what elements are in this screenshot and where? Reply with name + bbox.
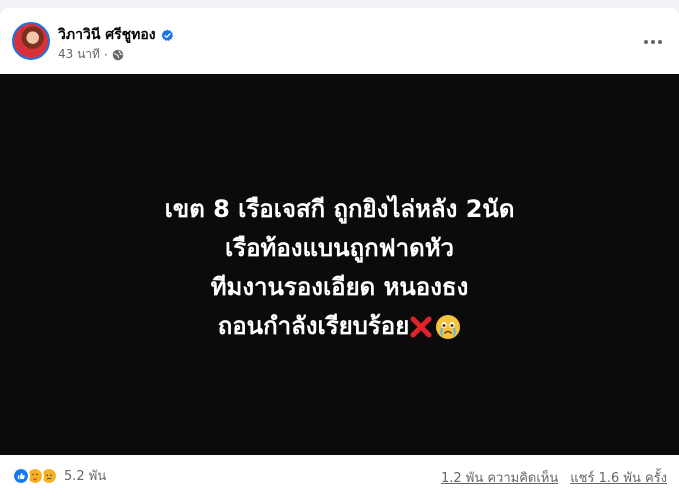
verified-badge-icon bbox=[161, 29, 173, 41]
author-row: วิภาวินี ศรีชูทอง bbox=[58, 24, 174, 46]
author-name[interactable]: วิภาวินี ศรีชูทอง bbox=[58, 24, 156, 46]
globe-icon bbox=[112, 49, 124, 60]
avatar[interactable] bbox=[12, 22, 50, 60]
more-options-icon[interactable] bbox=[641, 30, 665, 54]
cross-mark-emoji bbox=[410, 316, 432, 338]
comments-count[interactable]: 1.2 พัน ความคิดเห็น bbox=[441, 467, 558, 488]
engagement-stats: 1.2 พัน ความคิดเห็น แชร์ 1.6 พัน ครั้ง bbox=[441, 467, 667, 488]
post-header: วิภาวินี ศรีชูทอง 43 นาที · bbox=[0, 8, 679, 74]
image-text-line-2: เรือท้องแบนถูกฟาดหัว bbox=[225, 234, 454, 262]
post-image[interactable]: เขต 8 เรือเจสกี ถูกยิงไล่หลัง 2นัด เรือท… bbox=[0, 74, 679, 455]
meta-separator: · bbox=[103, 47, 108, 62]
post-time[interactable]: 43 นาที bbox=[58, 45, 100, 64]
image-text-line-1: เขต 8 เรือเจสกี ถูกยิงไล่หลัง 2นัด bbox=[164, 195, 515, 223]
image-text-line-4: ถอนกำลังเรียบร้อย bbox=[217, 312, 410, 340]
reaction-count[interactable]: 5.2 พัน bbox=[64, 465, 106, 486]
post-footer: 5.2 พัน 1.2 พัน ความคิดเห็น แชร์ 1.6 พัน… bbox=[0, 455, 679, 491]
like-reaction-icon bbox=[12, 466, 30, 485]
post-meta: 43 นาที · bbox=[58, 45, 124, 64]
image-text-line-4-row: ถอนกำลังเรียบร้อย bbox=[0, 307, 679, 346]
reactions-summary[interactable]: 5.2 พัน bbox=[12, 465, 106, 486]
image-text-line-3: ทีมงานรองเอียด หนองธง bbox=[210, 273, 469, 301]
crying-face-emoji bbox=[436, 315, 461, 339]
image-text-block: เขต 8 เรือเจสกี ถูกยิงไล่หลัง 2นัด เรือท… bbox=[0, 190, 679, 346]
shares-count[interactable]: แชร์ 1.6 พัน ครั้ง bbox=[570, 467, 667, 488]
post-card: วิภาวินี ศรีชูทอง 43 นาที · เขต 8 เรือเจ… bbox=[0, 8, 679, 491]
